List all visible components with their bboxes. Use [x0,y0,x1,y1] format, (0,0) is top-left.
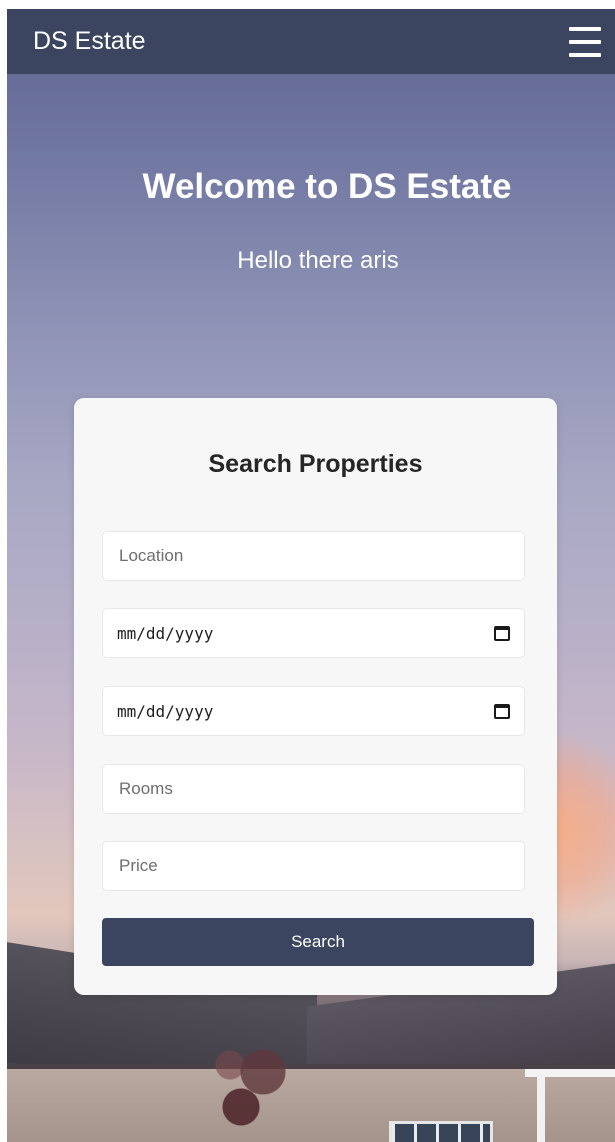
menu-bar [569,39,601,44]
search-card-title: Search Properties [208,450,423,478]
rooms-input[interactable] [117,778,510,800]
calendar-icon[interactable] [494,703,510,719]
checkin-date-field[interactable]: mm/dd/yyyy [102,608,525,658]
calendar-icon[interactable] [494,625,510,641]
rooms-field [102,764,525,814]
menu-bar [569,52,601,57]
brand-logo[interactable]: DS Estate [33,27,146,56]
location-field [102,531,525,581]
location-input[interactable] [117,545,510,567]
search-button[interactable]: Search [102,918,534,966]
tree-silhouette [197,1009,307,1142]
hero-title: Welcome to DS Estate [142,167,512,206]
house-wall [7,1069,615,1142]
checkin-date-input[interactable]: mm/dd/yyyy [117,624,213,643]
navbar: DS Estate [7,9,615,74]
page-viewport: DS Estate Welcome to DS Estate Hello the… [7,9,615,1142]
price-field [102,841,525,891]
hero-subtitle: Hello there aris [237,247,399,274]
search-card: Search Properties mm/dd/yyyy mm/dd/yyyy … [74,398,557,995]
checkout-date-field[interactable]: mm/dd/yyyy [102,686,525,736]
porch-post [537,1075,545,1142]
menu-bar [569,26,601,31]
hamburger-menu-icon[interactable] [569,26,601,57]
price-input[interactable] [117,855,510,877]
checkout-date-input[interactable]: mm/dd/yyyy [117,702,213,721]
house-window [389,1121,493,1142]
